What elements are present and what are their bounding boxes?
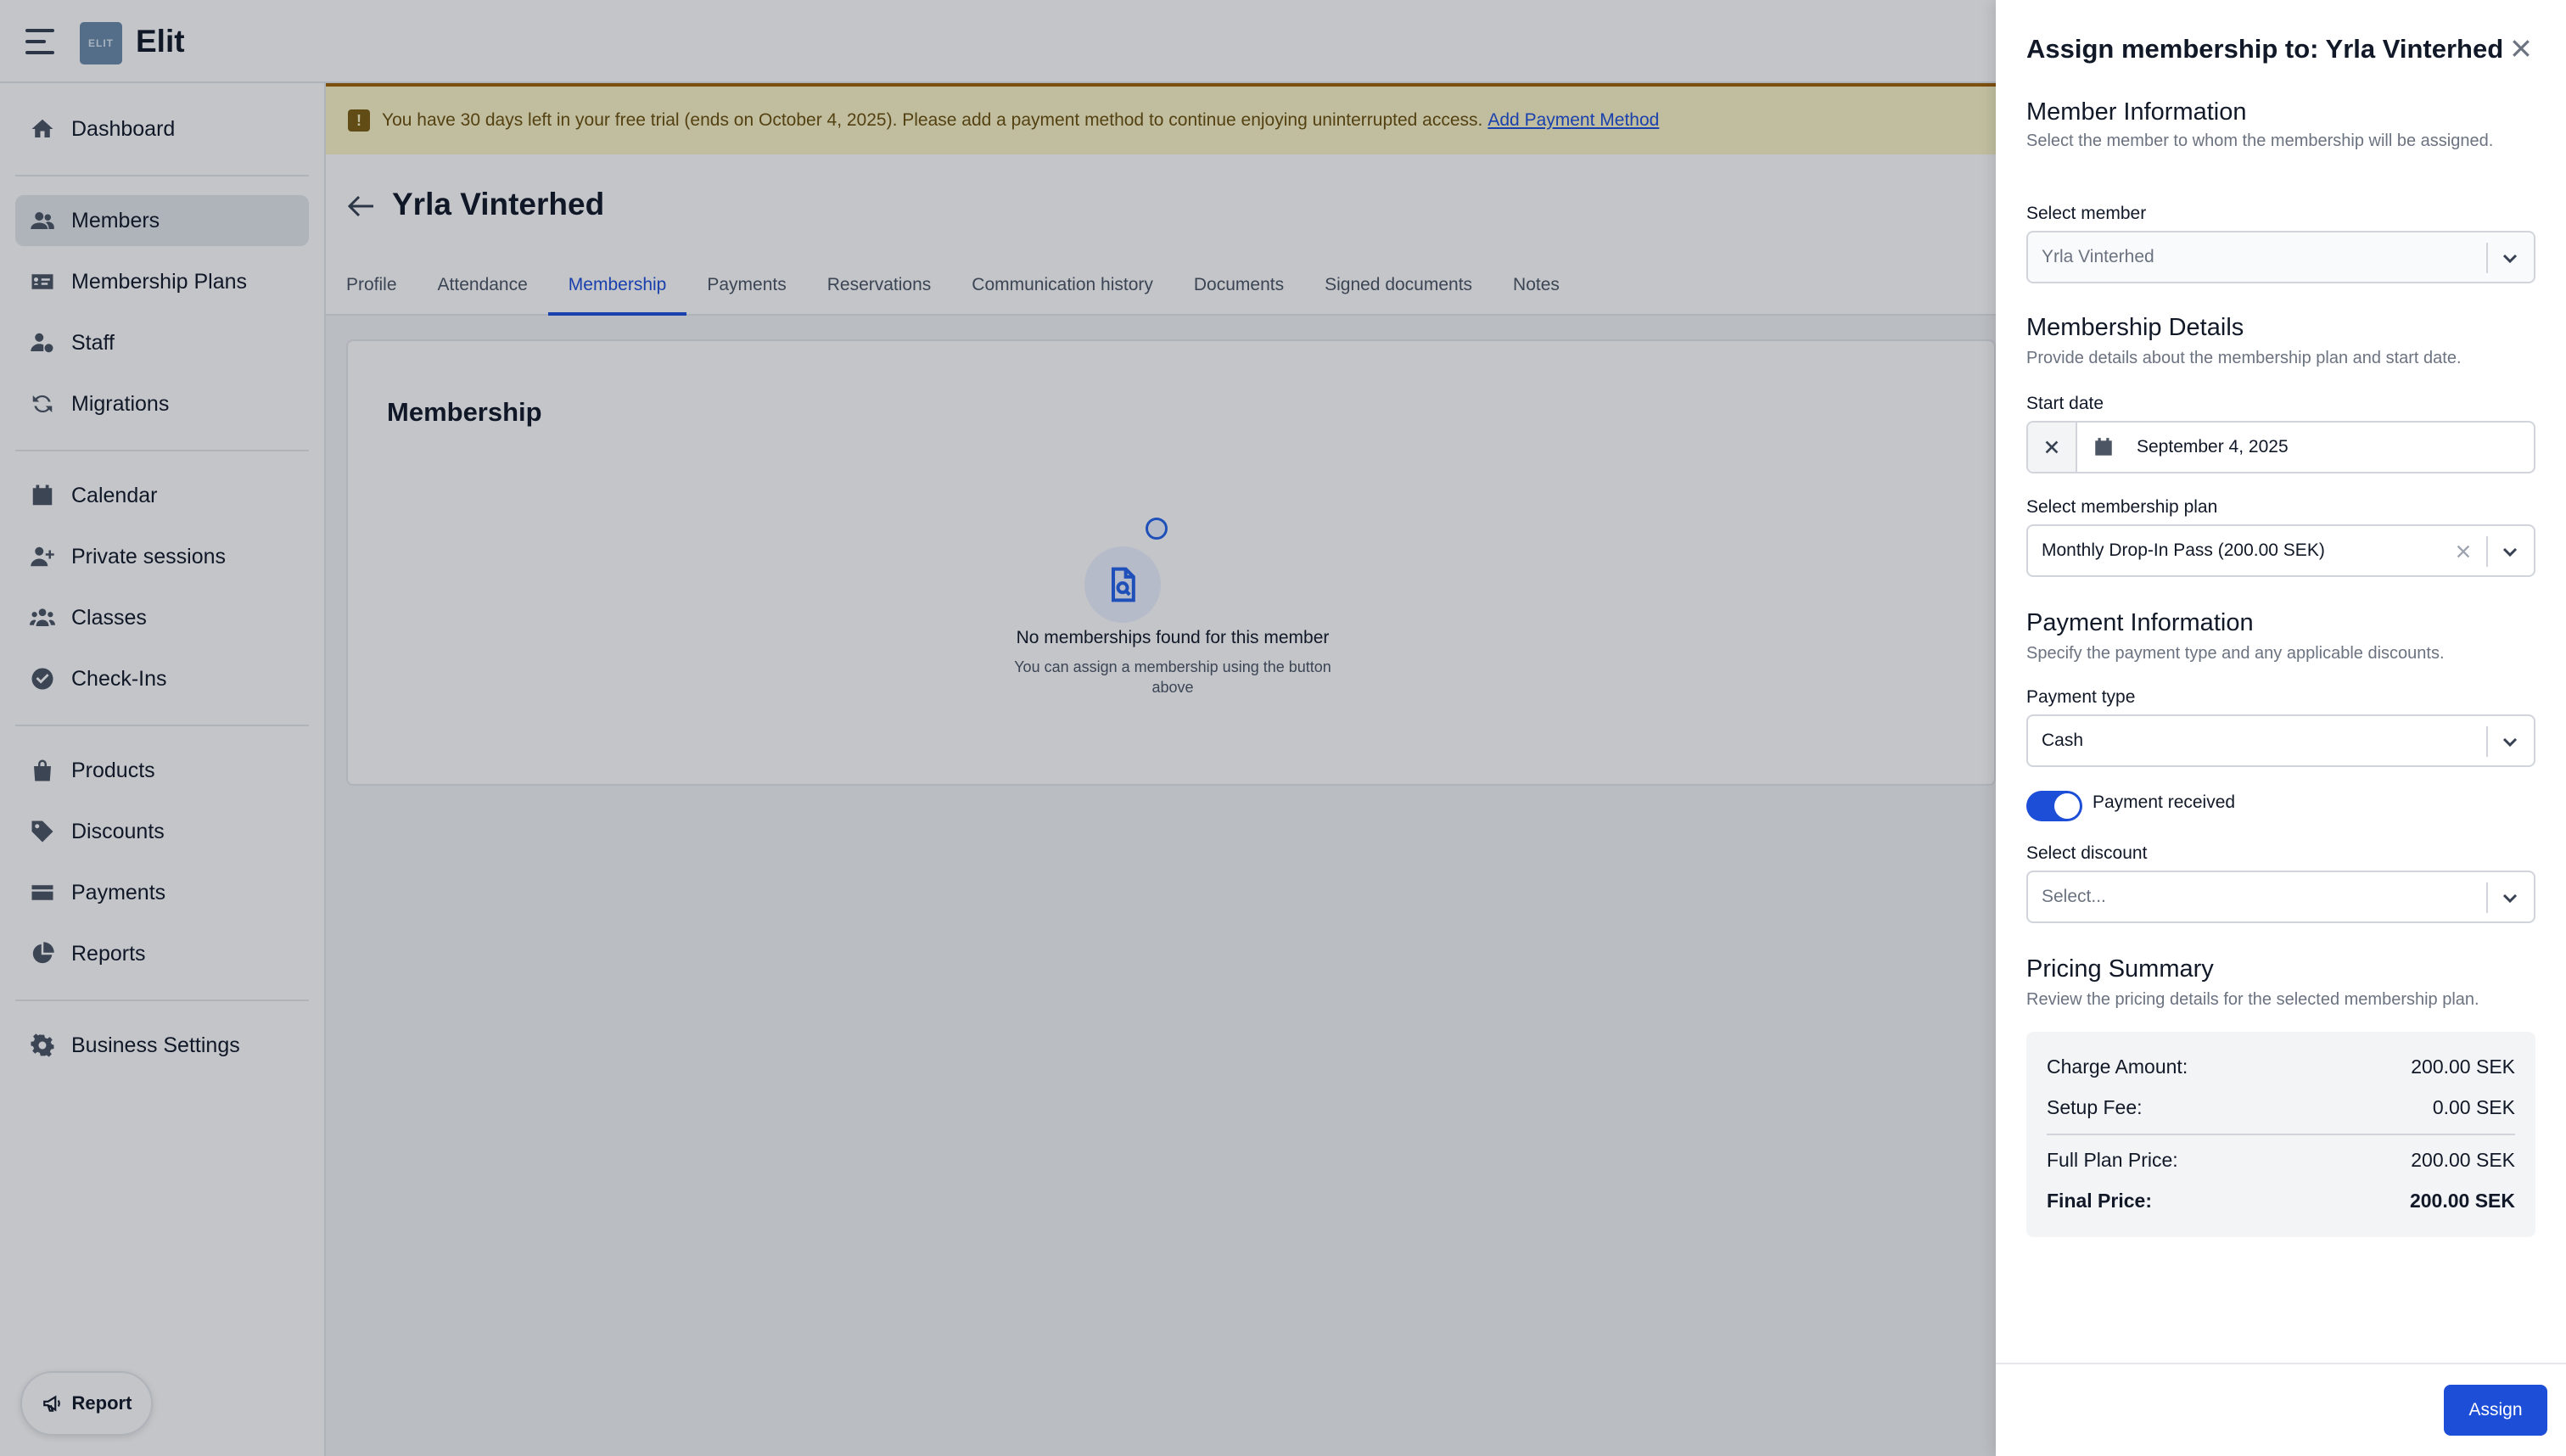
toggle-knob: [2054, 793, 2080, 819]
select-discount-dropdown[interactable]: Select...: [2026, 871, 2535, 923]
membership-details-title: Membership Details: [2026, 314, 2244, 341]
payment-type-value: Cash: [2042, 731, 2084, 750]
select-member-label: Select member: [2026, 204, 2147, 223]
payment-type-label: Payment type: [2026, 687, 2136, 707]
member-info-title: Member Information: [2026, 98, 2247, 126]
final-price-row: Final Price: 200.00 SEK: [2047, 1190, 2515, 1212]
payment-received-label: Payment received: [2093, 792, 2236, 812]
final-price-label: Final Price:: [2047, 1190, 2152, 1212]
assign-membership-drawer: Assign membership to: Yrla Vinterhed Mem…: [1996, 0, 2566, 1456]
pricing-summary-desc: Review the pricing details for the selec…: [2026, 990, 2479, 1009]
select-separator: [2486, 243, 2488, 273]
drawer-footer-divider: [1996, 1363, 2566, 1364]
modal-overlay[interactable]: [0, 0, 1996, 1456]
select-discount-placeholder: Select...: [2042, 887, 2106, 906]
setup-fee-value: 0.00 SEK: [2432, 1096, 2515, 1118]
member-info-desc: Select the member to whom the membership…: [2026, 132, 2494, 150]
membership-details-desc: Provide details about the membership pla…: [2026, 349, 2462, 367]
full-plan-price-row: Full Plan Price: 200.00 SEK: [2047, 1149, 2515, 1172]
start-date-field[interactable]: September 4, 2025: [2026, 421, 2535, 473]
select-separator: [2486, 882, 2488, 913]
payment-info-title: Payment Information: [2026, 609, 2254, 636]
select-member-dropdown[interactable]: Yrla Vinterhed: [2026, 231, 2535, 283]
pricing-summary-title: Pricing Summary: [2026, 955, 2214, 983]
select-discount-label: Select discount: [2026, 843, 2148, 863]
payment-info-desc: Specify the payment type and any applica…: [2026, 644, 2445, 663]
payment-received-toggle[interactable]: [2026, 791, 2082, 821]
close-icon[interactable]: [2508, 36, 2534, 61]
drawer-title: Assign membership to: Yrla Vinterhed: [2026, 34, 2504, 64]
select-separator: [2486, 536, 2488, 567]
membership-plan-dropdown[interactable]: Monthly Drop-In Pass (200.00 SEK): [2026, 524, 2535, 577]
start-date-label: Start date: [2026, 394, 2104, 413]
chevron-down-icon: [2500, 248, 2520, 268]
pricing-summary-box: Charge Amount: 200.00 SEK Setup Fee: 0.0…: [2026, 1032, 2535, 1237]
setup-fee-label: Setup Fee:: [2047, 1096, 2143, 1118]
charge-amount-value: 200.00 SEK: [2411, 1056, 2515, 1078]
calendar-icon: [2093, 436, 2115, 458]
chevron-down-icon: [2500, 731, 2520, 752]
full-plan-price-value: 200.00 SEK: [2411, 1149, 2515, 1171]
start-date-value: September 4, 2025: [2137, 437, 2289, 456]
clear-date-button[interactable]: [2028, 423, 2077, 472]
chevron-down-icon: [2500, 888, 2520, 908]
close-icon: [2045, 440, 2059, 454]
charge-amount-row: Charge Amount: 200.00 SEK: [2047, 1056, 2515, 1078]
select-member-value: Yrla Vinterhed: [2042, 247, 2154, 266]
clear-plan-icon[interactable]: [2454, 542, 2473, 561]
full-plan-price-label: Full Plan Price:: [2047, 1149, 2178, 1171]
chevron-down-icon: [2500, 541, 2520, 562]
membership-plan-label: Select membership plan: [2026, 497, 2218, 517]
membership-plan-value: Monthly Drop-In Pass (200.00 SEK): [2042, 540, 2325, 560]
payment-type-dropdown[interactable]: Cash: [2026, 714, 2535, 767]
final-price-value: 200.00 SEK: [2409, 1190, 2515, 1212]
setup-fee-row: Setup Fee: 0.00 SEK: [2047, 1096, 2515, 1119]
charge-amount-label: Charge Amount:: [2047, 1056, 2188, 1078]
assign-button[interactable]: Assign: [2444, 1385, 2547, 1436]
pricing-divider: [2047, 1134, 2515, 1135]
select-separator: [2486, 726, 2488, 757]
